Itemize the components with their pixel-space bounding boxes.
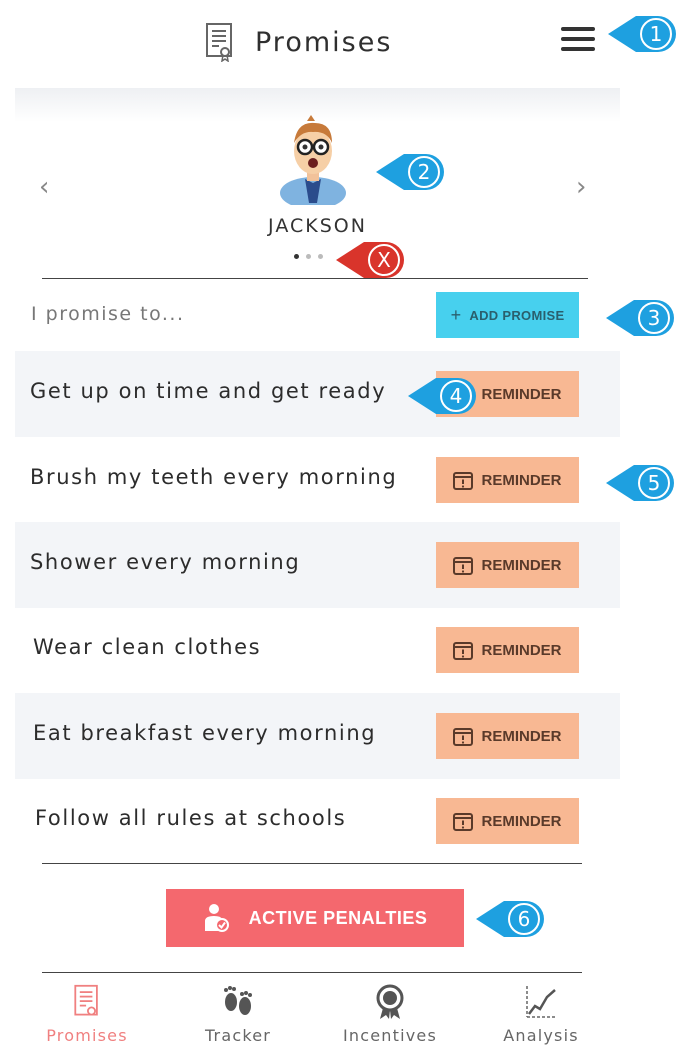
tab-label: Tracker (204, 1026, 272, 1045)
tab-label: Analysis (503, 1026, 579, 1045)
chevron-left-icon[interactable]: ‹ (39, 172, 49, 202)
callout-marker: 4 (406, 374, 478, 418)
callout-number: 1 (640, 18, 672, 50)
promise-text: Wear clean clothes (33, 635, 262, 659)
reminder-button[interactable]: REMINDER (436, 457, 579, 503)
reminder-label: REMINDER (481, 556, 562, 574)
reminder-label: REMINDER (481, 385, 562, 403)
divider (42, 278, 588, 279)
app-header: Promises (0, 0, 684, 88)
carousel-dots[interactable] (294, 254, 323, 259)
calendar-alert-icon (453, 556, 474, 575)
reminder-label: REMINDER (481, 471, 562, 489)
footprints-icon (224, 986, 252, 1015)
promise-row: Eat breakfast every morning REMINDER (15, 693, 620, 779)
promise-intro: I promise to... (31, 303, 185, 325)
promise-text: Shower every morning (30, 550, 301, 574)
callout-number: 4 (440, 380, 472, 412)
callout-number: 5 (638, 467, 670, 499)
callout-marker: 3 (604, 296, 676, 340)
carousel-dot-1[interactable] (294, 254, 299, 259)
reminder-label: REMINDER (481, 641, 562, 659)
promise-text: Brush my teeth every morning (30, 465, 398, 489)
calendar-alert-icon (453, 727, 474, 746)
reminder-button[interactable]: REMINDER (436, 713, 579, 759)
callout-number: 3 (638, 302, 670, 334)
tab-incentives[interactable]: Incentives (315, 980, 465, 1045)
bottom-tab-bar: Promises Tracker Incentives Analysis (0, 980, 684, 1047)
promise-row: Shower every morning REMINDER (15, 522, 620, 608)
title-wrap: Promises (205, 22, 392, 62)
active-penalties-button[interactable]: ACTIVE PENALTIES (166, 889, 464, 947)
carousel-dot-2[interactable] (306, 254, 311, 259)
tab-promises[interactable]: Promises (12, 980, 162, 1045)
add-promise-label: ADD PROMISE (469, 307, 565, 323)
reminder-button[interactable]: REMINDER (436, 627, 579, 673)
reminder-button[interactable]: REMINDER (436, 798, 579, 844)
add-promise-button[interactable]: + ADD PROMISE (436, 292, 579, 338)
divider (42, 863, 582, 864)
certificate-icon (206, 23, 232, 62)
callout-marker: 2 (374, 150, 446, 194)
callout-number: X (368, 244, 400, 276)
callout-marker: 6 (474, 897, 546, 941)
promise-text: Get up on time and get ready (30, 379, 387, 403)
tab-analysis[interactable]: Analysis (466, 980, 616, 1045)
carousel-dot-3[interactable] (318, 254, 323, 259)
promise-row: Get up on time and get ready REMINDER (15, 351, 620, 437)
reminder-button[interactable]: REMINDER (436, 542, 579, 588)
calendar-alert-icon (453, 812, 474, 831)
child-avatar (280, 115, 346, 205)
callout-marker: 1 (606, 12, 678, 56)
certificate-icon (74, 984, 98, 1016)
hamburger-icon[interactable] (561, 27, 595, 53)
callout-marker: X (334, 238, 406, 282)
tab-tracker[interactable]: Tracker (163, 980, 313, 1045)
active-penalties-label: ACTIVE PENALTIES (248, 907, 428, 928)
page-title: Promises (255, 26, 393, 58)
profile-name: JACKSON (268, 215, 367, 237)
callout-number: 6 (508, 903, 540, 935)
chevron-right-icon[interactable]: › (576, 172, 586, 202)
calendar-alert-icon (453, 471, 474, 490)
profile-carousel: ‹ › JACKSON (15, 88, 620, 278)
tab-label: Incentives (342, 1026, 437, 1045)
reminder-label: REMINDER (481, 727, 562, 745)
callout-marker: 5 (604, 461, 676, 505)
promise-text: Follow all rules at schools (35, 806, 347, 830)
award-badge-icon (376, 984, 404, 1019)
penalty-person-icon (204, 904, 229, 932)
divider (42, 972, 582, 973)
line-chart-icon (526, 986, 556, 1018)
tab-label: Promises (46, 1026, 128, 1045)
calendar-alert-icon (453, 641, 474, 660)
promise-row: Follow all rules at schools REMINDER (15, 778, 620, 864)
promise-text: Eat breakfast every morning (33, 721, 377, 745)
reminder-label: REMINDER (481, 812, 562, 830)
promise-row: Brush my teeth every morning REMINDER (15, 437, 620, 523)
plus-icon: + (450, 304, 462, 325)
promise-row: Wear clean clothes REMINDER (15, 607, 620, 693)
callout-number: 2 (408, 156, 440, 188)
